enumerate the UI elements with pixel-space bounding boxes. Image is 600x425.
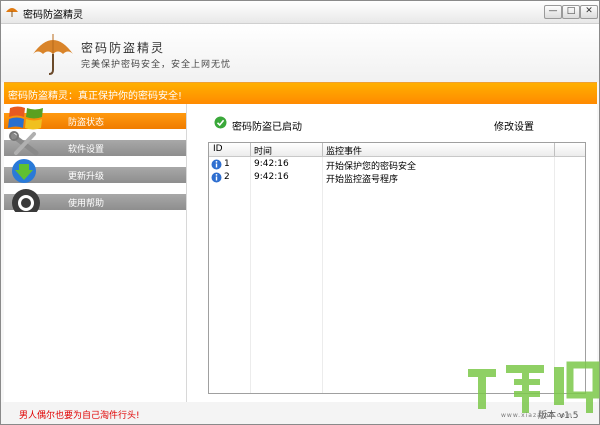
sidebar-item-protection-status[interactable]: 防盗状态 — [4, 104, 186, 131]
column-header-id[interactable]: ID — [213, 144, 223, 154]
brand-slogan: 完美保护密码安全，安全上网无忧 — [81, 60, 232, 70]
info-icon — [211, 159, 222, 170]
modify-settings-link[interactable]: 修改设置 — [494, 118, 534, 133]
column-header-time[interactable]: 时间 — [254, 144, 272, 157]
brand-title: 密码防盗精灵 — [81, 41, 166, 55]
table-row[interactable]: 2 9:42:16 开始监控盗号程序 — [209, 171, 585, 185]
table-header: ID 时间 监控事件 — [209, 143, 585, 157]
column-resize-handle[interactable] — [322, 143, 323, 156]
maximize-button[interactable]: □ — [562, 5, 580, 19]
umbrella-icon — [6, 8, 18, 17]
info-icon — [211, 172, 222, 183]
column-resize-handle[interactable] — [554, 143, 555, 156]
window-title: 密码防盗精灵 — [23, 10, 83, 21]
event-log-table[interactable]: ID 时间 监控事件 1 9:42:16 开始保护您的密码安全 2 9:42:1… — [208, 142, 586, 394]
sidebar-item-label: 软件设置 — [68, 145, 105, 155]
app-header: 密码防盗精灵 完美保护密码安全，安全上网无忧 — [1, 24, 599, 82]
app-window: 密码防盗精灵 — □ ✕ 密码防盗精灵 完美保护密码安全，安全上网无忧 密码防盗… — [0, 0, 600, 425]
sidebar-item-label: 防盗状态 — [68, 118, 105, 128]
minimize-button[interactable]: — — [544, 5, 562, 19]
notice-banner: 密码防盗精灵：真正保护你的密码安全! — [4, 82, 597, 105]
help-lifebuoy-icon — [12, 189, 40, 212]
protection-status-text: 密码防盗已启动 — [232, 122, 302, 133]
close-button[interactable]: ✕ — [580, 5, 598, 19]
sidebar: 防盗状态 软件设置 更新升级 使用帮助 — [4, 104, 187, 402]
row-id: 1 — [224, 159, 230, 169]
table-row[interactable]: 1 9:42:16 开始保护您的密码安全 — [209, 158, 585, 172]
sidebar-item-update[interactable]: 更新升级 — [4, 158, 186, 185]
row-time: 9:42:16 — [254, 172, 289, 182]
download-arrow-icon — [12, 159, 36, 183]
row-id: 2 — [224, 172, 230, 182]
sidebar-item-help[interactable]: 使用帮助 — [4, 185, 186, 212]
column-resize-handle[interactable] — [250, 143, 251, 156]
column-header-event[interactable]: 监控事件 — [326, 144, 362, 157]
main-panel: 密码防盗已启动 修改设置 ID 时间 监控事件 1 9:42:16 开始保护您的… — [187, 104, 597, 402]
umbrella-logo-icon — [33, 34, 73, 75]
title-bar[interactable]: 密码防盗精灵 — □ ✕ — [1, 1, 599, 24]
sidebar-item-label: 使用帮助 — [68, 199, 105, 209]
tools-icon — [9, 131, 39, 156]
check-circle-icon — [214, 116, 227, 129]
windows-logo-icon — [8, 106, 43, 130]
row-time: 9:42:16 — [254, 159, 289, 169]
footer-tagline[interactable]: 男人偶尔也要为自己淘件行头! — [19, 408, 140, 421]
sidebar-item-label: 更新升级 — [68, 172, 105, 182]
watermark-text: www.xiazaiba.com — [501, 412, 573, 419]
row-event: 开始监控盗号程序 — [326, 175, 399, 185]
banner-text: 密码防盗精灵：真正保护你的密码安全! — [8, 91, 183, 102]
sidebar-item-software-settings[interactable]: 软件设置 — [4, 131, 186, 158]
